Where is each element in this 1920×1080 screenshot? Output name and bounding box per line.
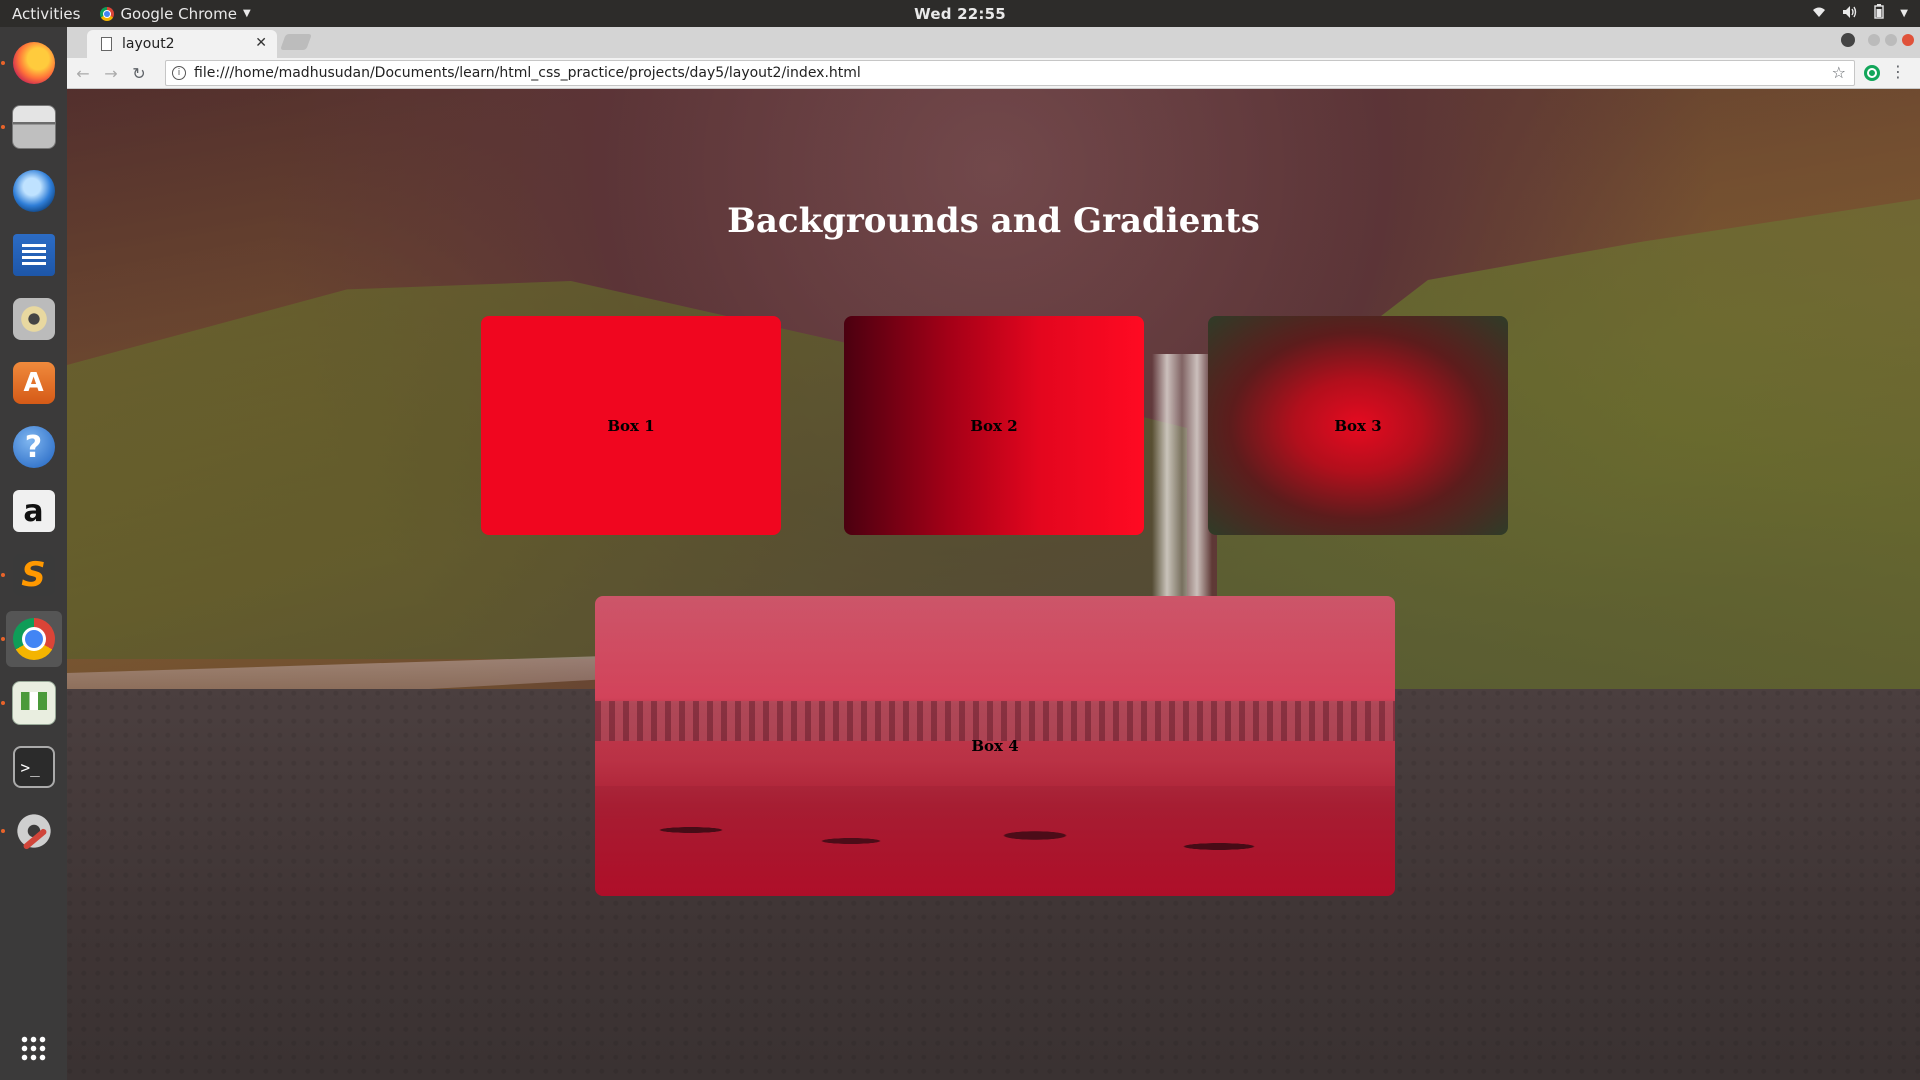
minimize-button[interactable] (1868, 34, 1880, 46)
help-icon: ? (12, 426, 55, 468)
page-title: Backgrounds and Gradients (727, 201, 1260, 241)
files-icon (11, 105, 56, 149)
software-store-icon: A (12, 362, 55, 404)
window-controls (1841, 33, 1914, 47)
grammarly-extension-icon[interactable] (1864, 65, 1880, 81)
dock-item-firefox[interactable] (0, 35, 62, 91)
browser-toolbar: ← → ↻ i file:///home/madhusudan/Document… (67, 58, 1920, 89)
settings-icon (12, 810, 55, 852)
box-4: Box 4 (595, 596, 1395, 896)
box-label: Box 1 (607, 416, 655, 435)
box-2: Box 2 (844, 316, 1144, 535)
activities-button[interactable]: Activities (12, 5, 80, 23)
dock-item-software[interactable]: A (6, 355, 62, 411)
thunderbird-icon (12, 170, 55, 212)
dock-item-rhythmbox[interactable] (6, 291, 62, 347)
writer-icon (12, 234, 55, 276)
url-text[interactable]: file:///home/madhusudan/Documents/learn/… (194, 65, 861, 81)
dock-item-sublime[interactable]: S (0, 547, 62, 603)
info-icon[interactable]: i (172, 66, 186, 80)
dock-item-calc[interactable] (0, 675, 62, 731)
dock-item-chrome[interactable] (0, 611, 62, 667)
sublime-text-icon: S (12, 554, 55, 596)
tab-layout2[interactable]: layout2 ✕ (87, 30, 277, 58)
rhythmbox-icon (12, 298, 55, 340)
tab-strip: layout2 ✕ (67, 27, 1920, 58)
chrome-icon (12, 618, 55, 660)
tab-title: layout2 (122, 36, 175, 52)
back-arrow-icon[interactable]: ← (71, 61, 95, 85)
running-indicator (0, 125, 5, 129)
forward-arrow-icon[interactable]: → (99, 61, 123, 85)
box-label: Box 3 (1334, 416, 1382, 435)
box-label: Box 2 (970, 416, 1018, 435)
wifi-icon[interactable] (1812, 6, 1826, 22)
dock-item-files[interactable] (0, 99, 62, 155)
firefox-icon (12, 42, 55, 84)
app-menu-label: Google Chrome (120, 4, 237, 23)
page-viewport: Backgrounds and Gradients Box 1 Box 2 Bo… (67, 89, 1920, 1080)
running-indicator (0, 829, 5, 833)
terminal-icon: >_ (12, 746, 55, 788)
running-indicator (0, 61, 5, 65)
chevron-down-icon[interactable]: ▼ (1900, 8, 1908, 19)
more-menu-icon[interactable]: ⋮ (1890, 62, 1906, 82)
page-icon (101, 37, 112, 51)
reload-icon[interactable]: ↻ (127, 61, 151, 85)
top-panel: Activities Google Chrome ▼ Wed 22:55 ▼ (0, 0, 1920, 27)
close-icon[interactable]: ✕ (255, 35, 267, 51)
app-menu[interactable]: Google Chrome ▼ (100, 4, 251, 23)
close-window-button[interactable] (1902, 34, 1914, 46)
profile-icon[interactable] (1841, 33, 1855, 47)
running-indicator (0, 573, 5, 577)
dock-item-help[interactable]: ? (6, 419, 62, 475)
amazon-icon: a (12, 490, 55, 532)
address-bar[interactable]: i file:///home/madhusudan/Documents/lear… (165, 60, 1855, 86)
running-indicator (0, 701, 5, 705)
dock-item-terminal[interactable]: >_ (6, 739, 62, 795)
star-icon[interactable]: ☆ (1832, 63, 1846, 82)
clock[interactable]: Wed 22:55 (914, 5, 1006, 23)
new-tab-button[interactable] (280, 34, 312, 50)
volume-icon[interactable] (1842, 5, 1858, 23)
dock-item-thunderbird[interactable] (6, 163, 62, 219)
show-applications-icon[interactable] (20, 1035, 47, 1062)
system-tray[interactable]: ▼ (1812, 0, 1908, 27)
dock-item-writer[interactable] (6, 227, 62, 283)
box-1: Box 1 (481, 316, 781, 535)
calc-icon (11, 681, 56, 725)
chevron-down-icon: ▼ (242, 8, 251, 19)
running-indicator (0, 637, 5, 641)
browser-window: layout2 ✕ ← → ↻ i file:///home/madhusuda… (67, 27, 1920, 1080)
box-label: Box 4 (971, 737, 1019, 755)
maximize-button[interactable] (1885, 34, 1897, 46)
battery-icon[interactable] (1874, 4, 1884, 23)
box-4-photo-crowd (595, 786, 1395, 896)
box-4-photo-skyline (595, 701, 1395, 741)
box-3: Box 3 (1208, 316, 1508, 535)
chrome-icon (100, 6, 115, 21)
dock-item-amazon[interactable]: a (6, 483, 62, 539)
launcher-dock: A ? a S >_ (0, 27, 68, 1080)
dock-item-settings[interactable] (0, 803, 62, 859)
